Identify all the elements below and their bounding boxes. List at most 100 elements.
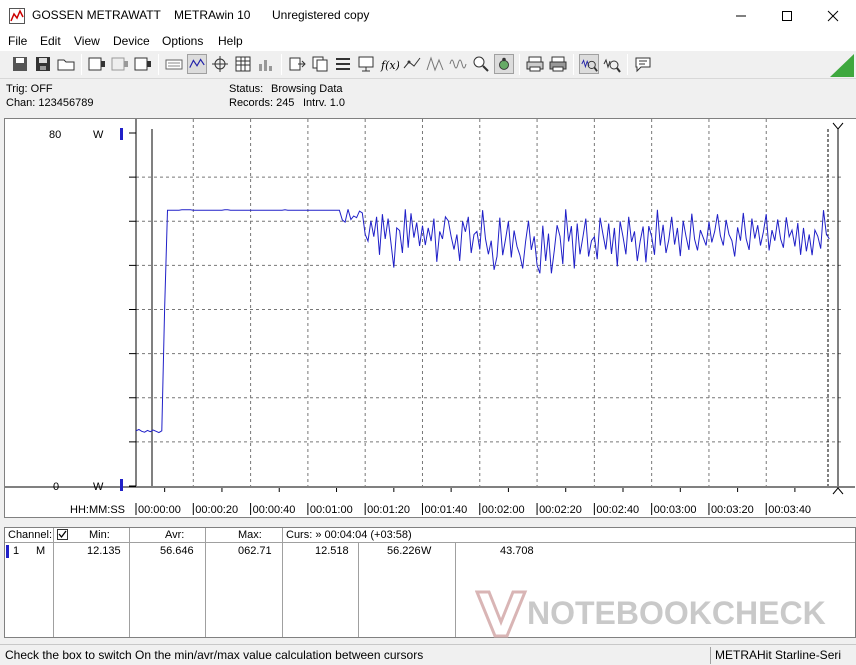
x-tick-label: 00:03:20 (711, 504, 754, 516)
formula-icon[interactable] (402, 54, 422, 74)
bar-chart-icon[interactable] (256, 54, 276, 74)
close-icon (827, 10, 839, 21)
copy-icon[interactable] (310, 54, 330, 74)
minimize-icon (736, 15, 746, 16)
minimize-button[interactable] (718, 0, 764, 31)
registration-title: Unregistered copy (272, 8, 370, 22)
find-icon[interactable] (471, 54, 491, 74)
line-chart-icon[interactable] (187, 54, 207, 74)
maximize-icon (782, 10, 792, 21)
table-icon[interactable] (233, 54, 253, 74)
device-read-icon[interactable] (87, 54, 107, 74)
y-bottom-marker (120, 479, 123, 491)
menu-help[interactable]: Help (218, 34, 243, 48)
x-tick-label: 00:00:20 (195, 504, 238, 516)
min-value: 12.135 (87, 545, 121, 557)
channel-header: Channel: (8, 529, 53, 541)
function-icon[interactable]: f(x) (379, 54, 399, 74)
y-top-unit-label: W (93, 129, 104, 141)
series-line-0 (135, 209, 830, 434)
y-min-label: 0 (53, 481, 59, 493)
export-icon[interactable] (287, 54, 307, 74)
chart-panel: 00:00:00 00:00:20 00:00:40 00:01:00 00:01:20… (4, 118, 856, 518)
status-bar: Check the box to switch On the min/avr/m… (0, 644, 856, 665)
max-header: Max: (238, 529, 262, 541)
watermark-text: NOTEBOOKCHECK (527, 595, 826, 631)
svg-text:f(x): f(x) (380, 59, 399, 72)
x-tick-label: 00:03:00 (654, 504, 697, 516)
channel-mode: M (36, 545, 46, 557)
avr-header: Avr: (165, 529, 185, 541)
comment-icon[interactable] (633, 54, 653, 74)
device-clear-icon[interactable] (133, 54, 153, 74)
records-count: Records: 245 (229, 97, 295, 109)
menu-file[interactable]: File (8, 34, 27, 48)
minmax-checkbox[interactable] (57, 529, 68, 540)
print-preview-icon[interactable] (525, 54, 545, 74)
y-max-label: 80 (49, 129, 61, 141)
menu-options[interactable]: Options (162, 34, 203, 48)
list-icon[interactable] (333, 54, 353, 74)
max-value: 062.71 (238, 545, 272, 557)
menu-view[interactable]: View (74, 34, 100, 48)
x-tick-label: 00:02:20 (539, 504, 582, 516)
metrawin-window: GOSSEN METRAWATT METRAwin 10 Unregistere… (0, 0, 856, 665)
x-tick-label: 00:01:20 (367, 504, 410, 516)
cursor-top-arrow (832, 122, 844, 130)
bug-icon[interactable] (494, 54, 514, 74)
monitor-icon[interactable] (356, 54, 376, 74)
brand-title: GOSSEN METRAWATT (32, 8, 161, 22)
keyboard-icon[interactable] (164, 54, 184, 74)
status-corner-icon (830, 54, 854, 77)
peaks-icon[interactable] (425, 54, 445, 74)
y-bottom-unit-label: W (93, 481, 104, 493)
cursor-unit: W (421, 545, 432, 557)
x-tick-label: 00:01:40 (424, 504, 467, 516)
cursor1-value: 12.518 (315, 545, 349, 557)
app-icon (9, 8, 25, 24)
status-message: Check the box to switch On the min/avr/m… (5, 648, 424, 662)
measurement-table: Channel: Min: Avr: Max: Curs: » 00:04:04… (4, 527, 856, 638)
x-tick-label: 00:02:00 (482, 504, 525, 516)
menu-bar: File Edit View Device Options Help (0, 31, 856, 51)
save-icon[interactable] (33, 54, 53, 74)
table-row[interactable]: 1 M 12.135 56.646 062.71 12.518 56.226 W… (5, 544, 855, 560)
min-header: Min: (89, 529, 110, 541)
menu-device[interactable]: Device (113, 34, 150, 48)
zoom-wave-icon[interactable] (579, 54, 599, 74)
x-tick-label: 00:01:00 (310, 504, 353, 516)
zoom-out-icon[interactable] (602, 54, 622, 74)
x-tick-label: 00:02:40 (596, 504, 639, 516)
channel-list: Chan: 123456789 (6, 97, 94, 109)
checkmark-icon (58, 530, 67, 539)
time-header: HH:MM:SS (70, 504, 125, 516)
device-write-icon[interactable] (110, 54, 130, 74)
toolbar: f(x) (0, 51, 856, 79)
info-panel: Trig: OFF Chan: 123456789 Status: Browsi… (0, 80, 856, 116)
notebookcheck-watermark: NOTEBOOKCHECK (475, 590, 826, 638)
menu-edit[interactable]: Edit (40, 34, 61, 48)
print-icon[interactable] (548, 54, 568, 74)
x-tick-label: 00:03:40 (768, 504, 811, 516)
open-icon[interactable] (10, 54, 30, 74)
app-title: METRAwin 10 (174, 8, 251, 22)
close-button[interactable] (810, 0, 856, 31)
power-line-chart[interactable]: 00:00:00 00:00:20 00:00:40 00:01:00 00:01:20… (5, 119, 856, 519)
status-label: Status: (229, 83, 264, 95)
status-value: Browsing Data (271, 83, 343, 95)
folder-icon[interactable] (56, 54, 76, 74)
interval-value: Intrv. 1.0 (303, 97, 345, 109)
cursor-header: Curs: » 00:04:04 (+03:58) (286, 529, 412, 541)
x-tick-label: 00:00:00 (138, 504, 181, 516)
cursor-bottom-arrow (832, 487, 844, 495)
device-name: METRAHit Starline-Seri (715, 648, 842, 662)
wave-icon[interactable] (448, 54, 468, 74)
title-bar: GOSSEN METRAWATT METRAwin 10 Unregistere… (0, 0, 856, 31)
channel-color-marker (6, 545, 9, 558)
avr-value: 56.646 (160, 545, 194, 557)
trigger-status: Trig: OFF (6, 83, 53, 95)
maximize-button[interactable] (764, 0, 810, 31)
crosshair-icon[interactable] (210, 54, 230, 74)
x-tick-label: 00:00:40 (253, 504, 296, 516)
y-top-marker (120, 128, 123, 140)
